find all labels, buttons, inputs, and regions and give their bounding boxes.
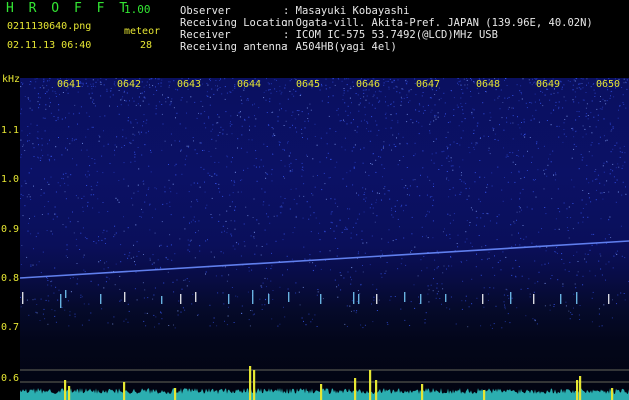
meteor-echoes: [22, 290, 610, 308]
frequency-tick: 0.6: [1, 373, 20, 384]
time-tick: 0643: [177, 79, 202, 90]
time-tick: 0646: [356, 79, 381, 90]
location-label: Receiving Location: [180, 17, 294, 29]
receiver-value: : ICOM IC-575 53.7492(@LCD)MHz USB: [283, 29, 498, 41]
observer-value: : Masayuki Kobayashi: [283, 5, 410, 17]
time-tick: 0644: [237, 79, 262, 90]
observer-label: Observer: [180, 5, 231, 17]
app-title: H R O F F T: [6, 1, 131, 16]
frequency-tick: 0.7: [1, 322, 20, 333]
carrier-trace: [20, 240, 629, 279]
time-tick: 0645: [296, 79, 321, 90]
meteor-count-value: 28: [140, 40, 153, 51]
frequency-tick: 0.9: [1, 224, 20, 235]
observation-datetime: 02.11.13 06:40: [7, 40, 92, 51]
antenna-label: Receiving antenna: [180, 41, 288, 53]
spectrogram-noise: [20, 78, 629, 329]
location-value: : Ogata-vill. Akita-Pref. JAPAN (139.96E…: [283, 17, 593, 29]
meteor-count-label: meteor: [124, 26, 161, 37]
frequency-tick: 1.0: [1, 174, 20, 185]
antenna-value: : A504HB(yagi 4el): [283, 41, 397, 53]
time-tick: 0648: [476, 79, 501, 90]
image-filename: 0211130640.png: [7, 21, 92, 32]
time-tick: 0647: [416, 79, 441, 90]
receiver-label: Receiver: [180, 29, 231, 41]
spectrogram-canvas: [20, 78, 629, 400]
time-tick: 0641: [57, 79, 82, 90]
spectrogram-plot: [20, 78, 629, 400]
time-tick: 0642: [117, 79, 142, 90]
signal-level-trace: [20, 366, 629, 400]
time-tick: 0649: [536, 79, 561, 90]
time-tick: 0650: [596, 79, 621, 90]
frequency-tick: 1.1: [1, 125, 20, 136]
frequency-tick: 0.8: [1, 273, 20, 284]
app-version: 1.00: [124, 3, 151, 16]
frequency-unit-label: kHz: [2, 74, 21, 85]
